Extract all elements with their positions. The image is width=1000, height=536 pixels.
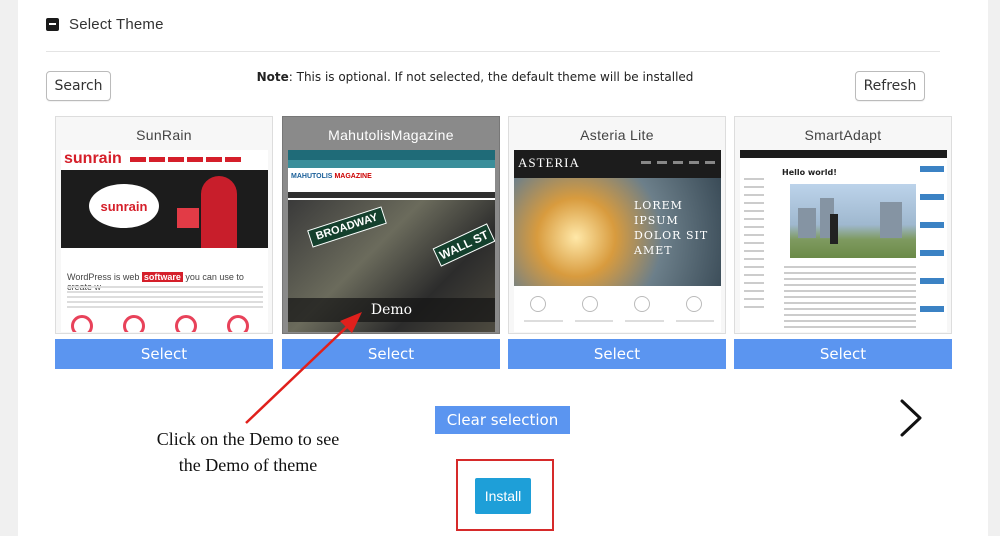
- select-button-asteria-lite[interactable]: Select: [508, 339, 726, 369]
- theme-card-asteria-lite[interactable]: Asteria Lite ASTERIA LOREM IPSUM DOLOR S…: [508, 116, 726, 334]
- theme-name: Asteria Lite: [580, 127, 654, 143]
- thumb-nav: [129, 156, 241, 162]
- street-sign: BROADWAY: [307, 206, 387, 248]
- thumb-brand: MAHUTOLIS MAGAZINE: [288, 168, 495, 192]
- annotation-text: Click on the Demo to see the Demo of the…: [118, 426, 378, 478]
- theme-thumbnail-asteria-lite[interactable]: ASTERIA LOREM IPSUM DOLOR SIT AMET: [514, 150, 721, 332]
- theme-thumbnail-mahutolismagazine[interactable]: MAHUTOLIS MAGAZINE BROADWAY WALL ST Demo: [288, 150, 495, 332]
- thumb-photo: [790, 184, 916, 258]
- theme-name: SunRain: [136, 127, 192, 143]
- select-button-sunrain[interactable]: Select: [55, 339, 273, 369]
- refresh-button[interactable]: Refresh: [855, 71, 925, 101]
- theme-thumbnail-smartadapt[interactable]: Hello world!: [740, 150, 947, 332]
- post-title: Hello world!: [782, 168, 837, 177]
- sunrain-badge: sunrain: [89, 184, 159, 228]
- section-header[interactable]: Select Theme: [46, 10, 164, 38]
- demo-button[interactable]: Demo: [288, 298, 495, 322]
- thumb-hero: sunrain: [61, 170, 268, 248]
- theme-name: MahutolisMagazine: [328, 127, 454, 143]
- select-button-mahutolismagazine[interactable]: Select: [282, 339, 500, 369]
- theme-card-mahutolismagazine[interactable]: MahutolisMagazine MAHUTOLIS MAGAZINE BRO…: [282, 116, 500, 334]
- asteria-logo: ASTERIA: [514, 150, 721, 178]
- theme-name: SmartAdapt: [804, 127, 882, 143]
- divider: [46, 51, 940, 52]
- install-button[interactable]: Install: [475, 478, 531, 514]
- street-sign: WALL ST: [432, 223, 495, 267]
- search-button[interactable]: Search: [46, 71, 111, 101]
- theme-card-sunrain[interactable]: SunRain sunrain sunrain WordPress is web…: [55, 116, 273, 334]
- select-button-smartadapt[interactable]: Select: [734, 339, 952, 369]
- annotation-line: the Demo of theme: [178, 455, 318, 475]
- minus-square-icon[interactable]: [46, 17, 59, 31]
- annotation-line: Click on the Demo to see: [156, 429, 340, 449]
- sunrain-logo: sunrain: [64, 150, 122, 167]
- theme-thumbnail-sunrain[interactable]: sunrain sunrain WordPress is web softwar…: [61, 150, 268, 332]
- thumb-hero: LOREM IPSUM DOLOR SIT AMET: [514, 178, 721, 286]
- clear-selection-button[interactable]: Clear selection: [435, 406, 570, 434]
- note-label: Note: [256, 70, 289, 84]
- theme-card-smartadapt[interactable]: SmartAdapt Hello world!: [734, 116, 952, 334]
- optional-note: Note: This is optional. If not selected,…: [240, 70, 710, 84]
- hero-text: LOREM IPSUM DOLOR SIT AMET: [634, 199, 709, 257]
- section-title: Select Theme: [69, 15, 164, 33]
- chevron-right-icon[interactable]: [895, 398, 925, 438]
- note-text: : This is optional. If not selected, the…: [288, 70, 694, 84]
